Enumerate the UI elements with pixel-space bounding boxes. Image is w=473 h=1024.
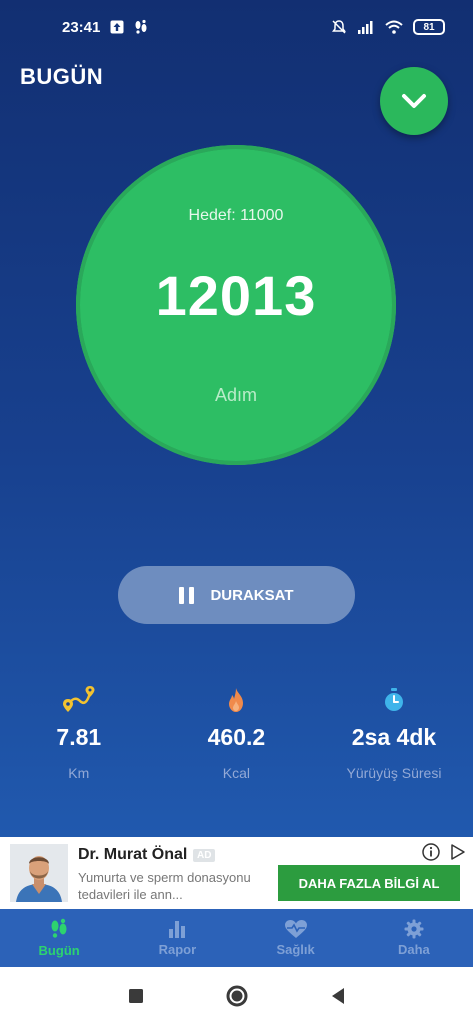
footsteps-icon xyxy=(134,19,148,35)
stat-distance: 7.81 Km xyxy=(0,684,158,781)
bottom-nav: Bugün Rapor Sağlık Daha xyxy=(0,909,473,967)
back-button[interactable] xyxy=(330,987,346,1005)
nav-label-daha: Daha xyxy=(397,942,430,957)
triangle-back-icon xyxy=(331,987,344,1004)
status-bar: 23:41 81 xyxy=(0,0,473,54)
wifi-icon xyxy=(385,20,403,34)
step-count: 12013 xyxy=(155,264,317,327)
battery-icon: 81 xyxy=(413,19,445,35)
nav-label-rapor: Rapor xyxy=(158,942,197,957)
ad-banner[interactable]: Dr. Murat Önal AD Yumurta ve sperm donas… xyxy=(0,837,473,909)
system-nav-bar xyxy=(0,967,473,1024)
battery-level: 81 xyxy=(423,21,435,33)
square-icon xyxy=(128,988,143,1003)
home-button[interactable] xyxy=(226,985,248,1007)
route-pin-icon xyxy=(60,684,98,716)
stat-distance-label: Km xyxy=(68,765,90,781)
pause-button[interactable]: DURAKSAT xyxy=(118,566,355,624)
upload-icon xyxy=(110,20,124,34)
nav-label-saglik: Sağlık xyxy=(276,942,315,957)
circle-icon xyxy=(226,985,247,1006)
chevron-down-icon xyxy=(402,94,426,108)
stat-calories-label: Kcal xyxy=(222,765,250,781)
pause-button-label: DURAKSAT xyxy=(210,586,294,604)
ad-title: Dr. Murat Önal xyxy=(78,846,188,863)
stat-duration-label: Yürüyüş Süresi xyxy=(346,765,442,781)
step-unit-label: Adım xyxy=(214,385,257,405)
step-progress-circle: Hedef: 11000 12013 Adım xyxy=(76,145,396,465)
adchoices-icon[interactable] xyxy=(450,843,466,866)
expand-button[interactable] xyxy=(380,67,448,135)
signal-icon xyxy=(357,20,375,34)
mute-icon xyxy=(331,19,347,35)
ad-badge: AD xyxy=(193,849,216,862)
recents-button[interactable] xyxy=(128,988,144,1004)
ad-avatar[interactable] xyxy=(10,844,68,902)
nav-item-bugun[interactable]: Bugün xyxy=(0,909,118,967)
stat-duration-value: 2sa 4dk xyxy=(351,724,437,750)
ad-cta-button[interactable]: DAHA FAZLA BİLGİ AL xyxy=(278,865,460,901)
status-time: 23:41 xyxy=(62,18,101,36)
stat-distance-value: 7.81 xyxy=(56,724,102,750)
stats-row: 7.81 Km 460.2 Kcal 2sa 4dk Yürüyüş Süres… xyxy=(0,684,473,781)
stat-calories-value: 460.2 xyxy=(207,724,266,750)
stopwatch-icon xyxy=(382,684,406,716)
flame-icon xyxy=(225,684,247,716)
nav-item-rapor[interactable]: Rapor xyxy=(118,909,236,967)
footsteps-icon xyxy=(51,918,67,938)
page-title: BUGÜN xyxy=(20,64,104,89)
stat-calories: 460.2 Kcal xyxy=(158,684,316,781)
info-icon[interactable] xyxy=(422,843,440,866)
heart-pulse-icon xyxy=(284,920,307,938)
stat-duration: 2sa 4dk Yürüyüş Süresi xyxy=(315,684,473,781)
bar-chart-icon xyxy=(169,921,186,938)
ad-body-text: Yumurta ve sperm donasyonu tedavileri il… xyxy=(78,870,251,902)
nav-label-bugun: Bugün xyxy=(38,943,80,958)
nav-item-daha[interactable]: Daha xyxy=(355,909,473,967)
goal-label: Hedef: 11000 xyxy=(188,207,284,224)
gear-icon xyxy=(404,919,424,939)
pause-icon xyxy=(179,586,195,604)
nav-item-saglik[interactable]: Sağlık xyxy=(237,909,355,967)
